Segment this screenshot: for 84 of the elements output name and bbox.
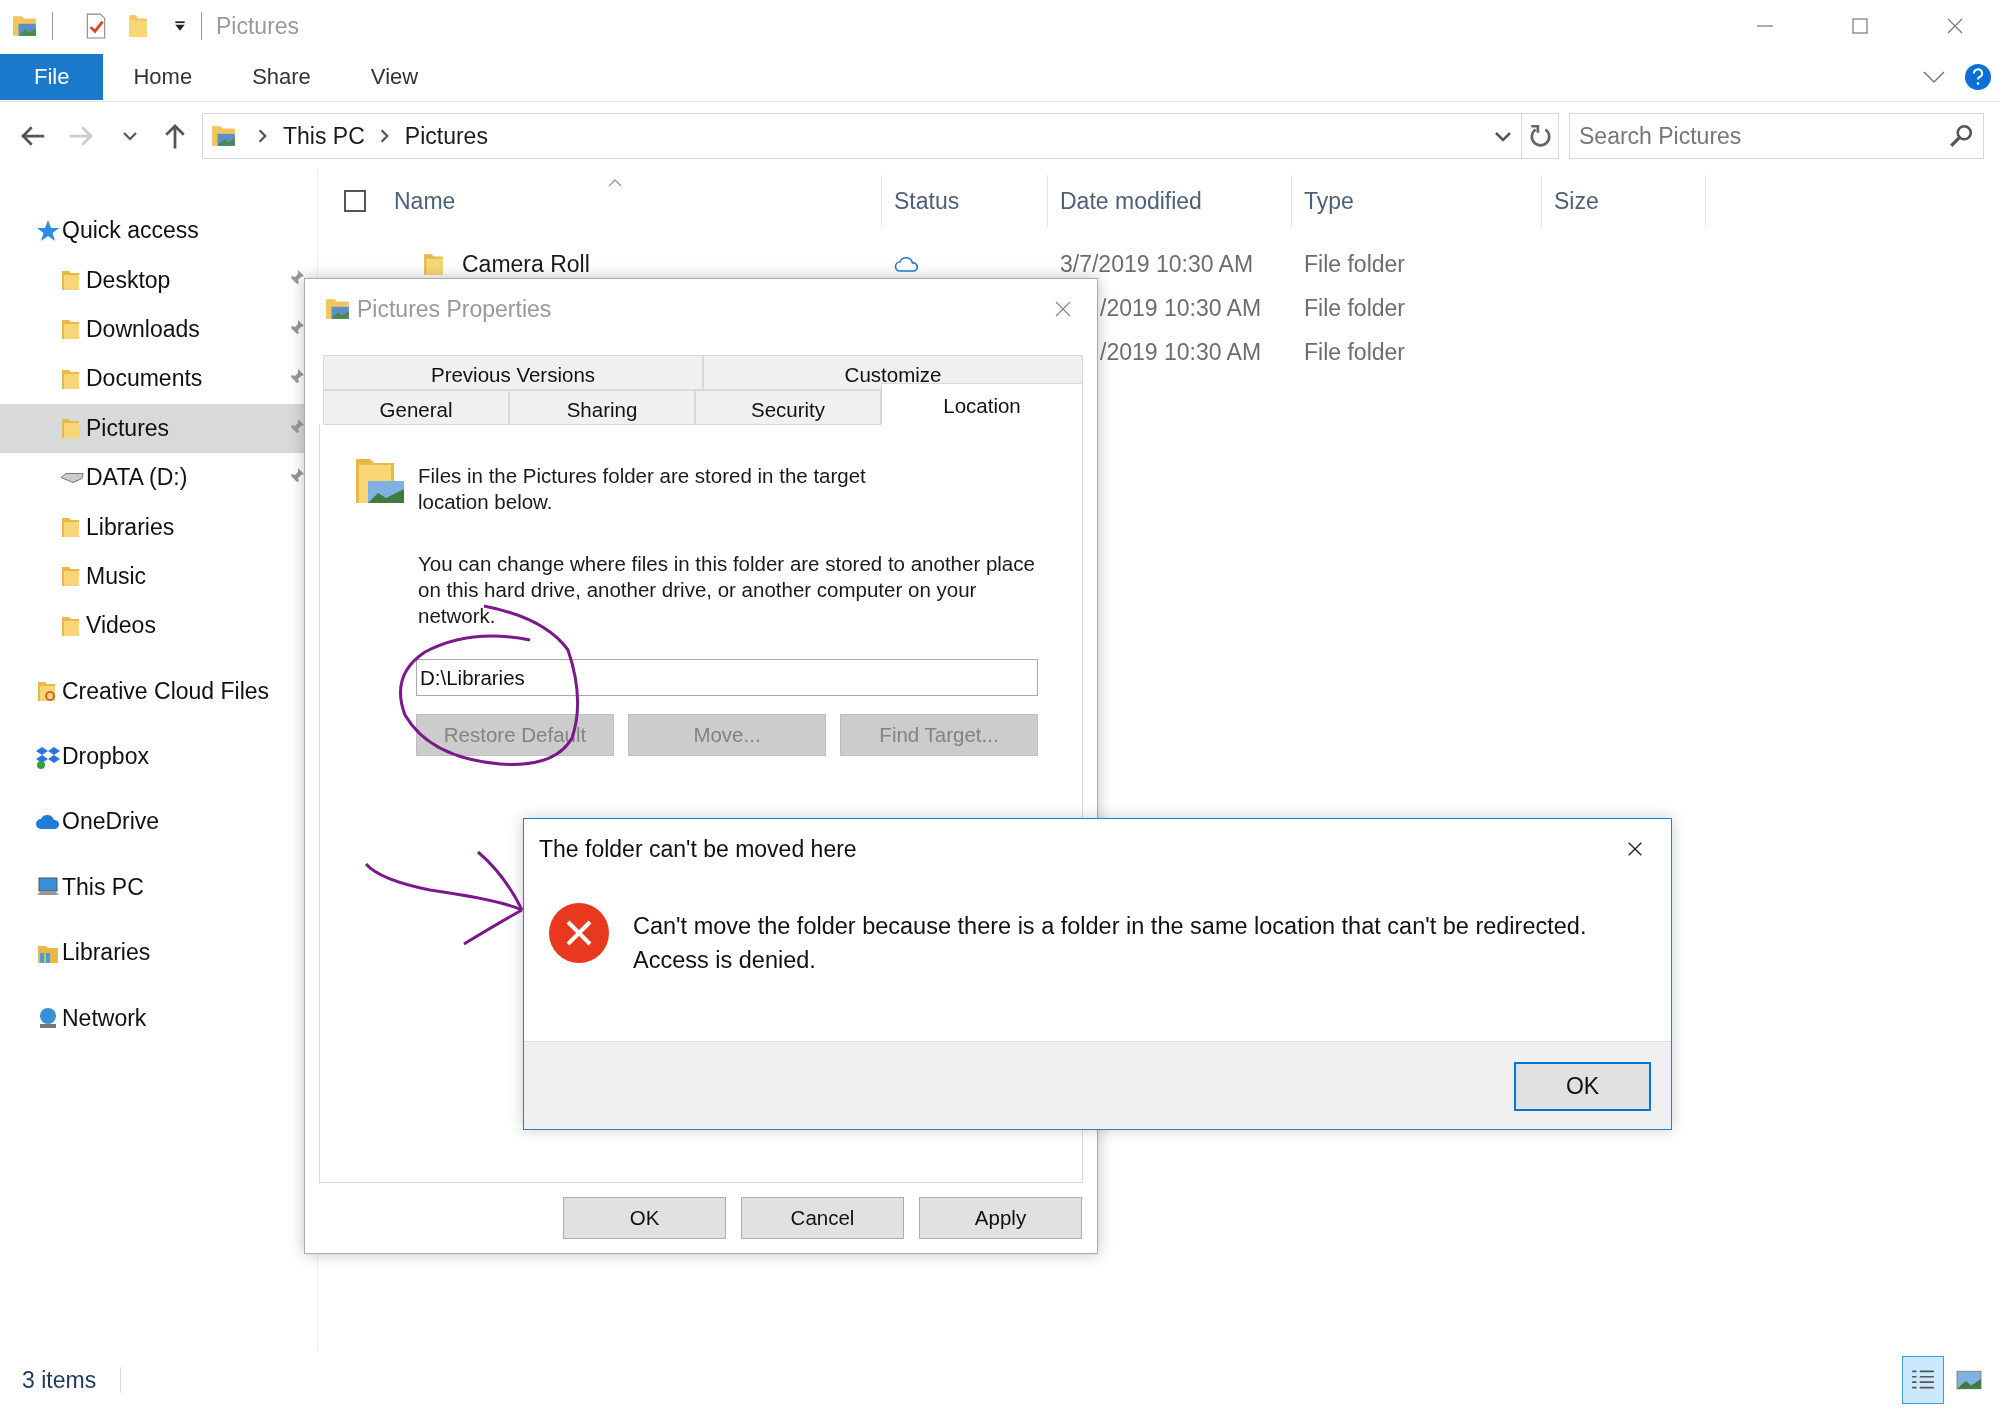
- sidebar-item[interactable]: Network: [0, 993, 305, 1043]
- sidebar-label: Videos: [86, 612, 156, 640]
- details-view-button[interactable]: [1902, 1356, 1944, 1404]
- type-cell-text: File folder: [1303, 338, 1406, 366]
- address-bar[interactable]: This PC Pictures: [202, 113, 1559, 159]
- ok-button[interactable]: OK: [1514, 1062, 1651, 1111]
- error-message: Can't move the folder because there is a folder in the same location that can't be redirected.: [633, 912, 1587, 941]
- folder-picture-icon: [12, 13, 38, 39]
- close-icon[interactable]: [1626, 840, 1644, 858]
- column-header[interactable]: Type: [1292, 175, 1542, 227]
- expand-ribbon-icon[interactable]: [1922, 69, 1946, 84]
- description-text: You can change where files in this folder are stored to another place on this hard drive, another drive, or another computer on your network.: [418, 551, 1036, 629]
- sidebar-label: Downloads: [86, 315, 200, 343]
- ribbon-tab[interactable]: Home: [103, 53, 223, 100]
- sidebar-item[interactable]: Libraries: [0, 502, 305, 552]
- date-cell-text: 3/7/2019 10:30 AM: [1059, 250, 1255, 278]
- help-icon[interactable]: [1964, 62, 1992, 91]
- sidebar-label: Creative Cloud Files: [62, 677, 270, 705]
- dialog-title: The folder can't be moved here: [539, 835, 857, 863]
- sidebar-label: Libraries: [62, 939, 151, 967]
- sidebar-label: Pictures: [86, 414, 170, 442]
- folder-picture-icon: [325, 296, 351, 322]
- date-cell-text: /2019 10:30 AM: [1099, 338, 1263, 366]
- dropdown-icon[interactable]: [173, 19, 187, 33]
- error-icon: [548, 902, 610, 964]
- column-header[interactable]: Status: [882, 175, 1048, 227]
- window-title: Pictures: [216, 12, 300, 40]
- sidebar-item[interactable]: This PC: [0, 862, 305, 913]
- sidebar-label: Desktop: [86, 266, 171, 294]
- sidebar-item[interactable]: DATA (D:): [0, 452, 305, 503]
- type-cell-text: File folder: [1303, 250, 1406, 278]
- sidebar-item[interactable]: Dropbox: [0, 731, 305, 782]
- breadcrumb[interactable]: This PC: [283, 122, 365, 150]
- ribbon-tab[interactable]: View: [340, 53, 449, 100]
- star-icon: [36, 218, 60, 243]
- column-header[interactable]: Name: [382, 175, 882, 227]
- sidebar-label: This PC: [62, 873, 144, 901]
- ribbon-tab[interactable]: Share: [222, 53, 341, 100]
- sidebar-label: DATA (D:): [86, 464, 188, 492]
- type-cell-text: File folder: [1303, 294, 1406, 322]
- dialog-tab[interactable]: Security: [695, 390, 881, 425]
- sidebar-label: Documents: [86, 365, 203, 393]
- dialog-tab[interactable]: Location: [881, 383, 1083, 425]
- sidebar-label: OneDrive: [62, 808, 160, 836]
- error-message: Access is denied.: [633, 946, 817, 975]
- sidebar-label: Dropbox: [62, 743, 149, 771]
- sidebar-item[interactable]: Videos: [0, 601, 305, 651]
- sidebar-label: Libraries: [86, 513, 175, 541]
- sidebar-item[interactable]: Quick access: [0, 206, 305, 256]
- sidebar-item[interactable]: OneDrive: [0, 797, 305, 847]
- sidebar-item[interactable]: Downloads: [0, 304, 305, 355]
- dialog-button[interactable]: OK: [563, 1197, 726, 1239]
- sidebar-item[interactable]: Pictures: [0, 403, 305, 453]
- sidebar-item[interactable]: Documents: [0, 354, 305, 404]
- sidebar-item[interactable]: Music: [0, 551, 305, 602]
- file-tab[interactable]: File: [0, 53, 104, 100]
- chevron-icon[interactable]: [378, 128, 391, 144]
- dropbox-icon: [36, 744, 60, 769]
- column-header[interactable]: Date modified: [1048, 175, 1292, 227]
- sidebar-item[interactable]: Desktop: [0, 255, 305, 305]
- sort-caret-icon: [608, 179, 622, 187]
- sidebar-item[interactable]: Creative Cloud Files: [0, 666, 305, 716]
- dialog-title: Pictures Properties: [357, 295, 552, 323]
- date-cell-text: /2019 10:30 AM: [1099, 294, 1263, 322]
- breadcrumb[interactable]: Pictures: [404, 122, 488, 150]
- dialog-button[interactable]: Apply: [919, 1197, 1082, 1239]
- sidebar-item[interactable]: Libraries: [0, 928, 305, 978]
- dialog-tab[interactable]: General: [323, 390, 509, 425]
- dialog-button[interactable]: Cancel: [741, 1197, 904, 1239]
- chevron-icon[interactable]: [257, 128, 269, 144]
- sidebar-label: Quick access: [62, 217, 199, 245]
- sidebar-label: Music: [86, 562, 147, 590]
- location-field[interactable]: D:\Libraries: [416, 659, 1038, 696]
- item-count: 3 items: [22, 1366, 97, 1394]
- select-all-checkbox[interactable]: [344, 190, 366, 212]
- sidebar-label: Network: [62, 1004, 147, 1032]
- dialog-tab[interactable]: Sharing: [509, 390, 695, 425]
- search-field[interactable]: Search Pictures: [1569, 113, 1984, 159]
- column-header[interactable]: Size: [1542, 175, 1706, 227]
- folder-picture-icon: [211, 123, 237, 149]
- file-name: Camera Roll: [462, 250, 590, 278]
- dialog-tab[interactable]: Previous Versions: [323, 355, 703, 390]
- search-icon[interactable]: [1948, 123, 1974, 149]
- intro-text: Files in the Pictures folder are stored in the target location below.: [418, 463, 867, 515]
